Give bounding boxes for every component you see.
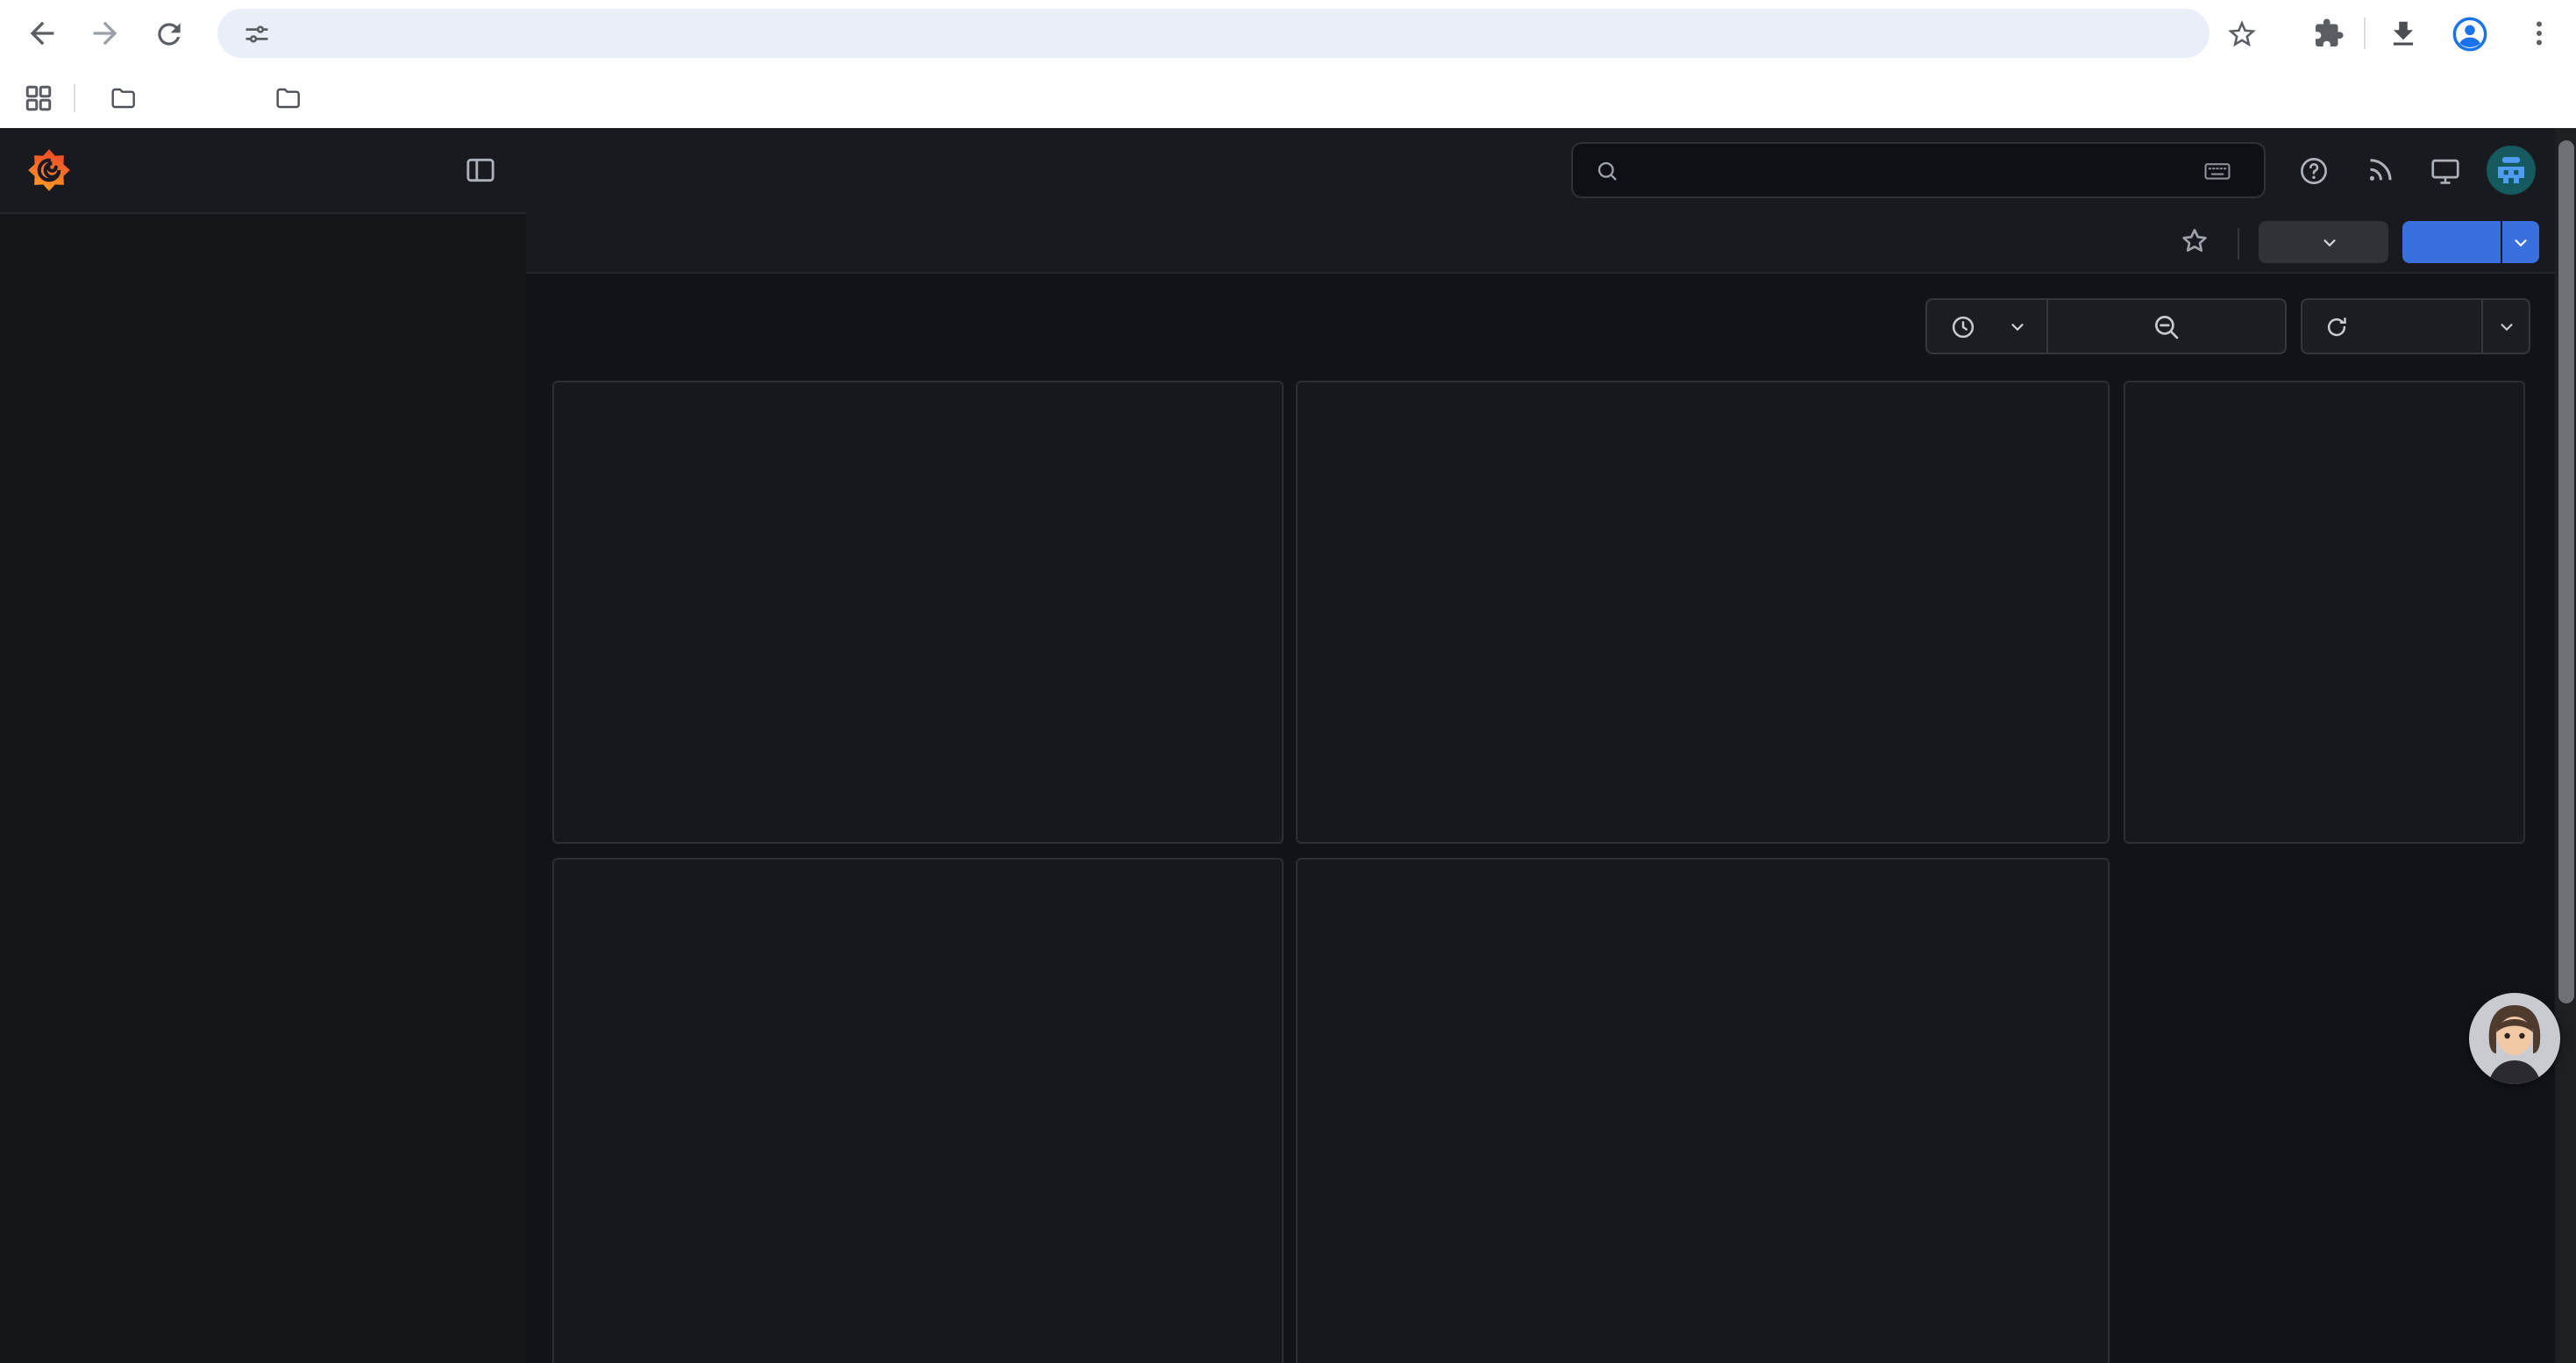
zoom-out-icon — [2152, 311, 2181, 341]
search-input[interactable] — [1571, 142, 2266, 198]
profile-avatar-icon — [2449, 13, 2489, 54]
subheader-divider — [2238, 228, 2239, 260]
panel-requests-under-100ms — [1296, 858, 2110, 1363]
dashboard-subheader — [526, 212, 2555, 274]
star-icon — [2224, 17, 2258, 50]
bookmarks-bar — [0, 67, 2576, 128]
panel-left-icon — [463, 153, 498, 188]
browser-reload-button[interactable] — [147, 12, 189, 54]
puzzle-icon — [2313, 18, 2345, 49]
download-icon — [2386, 17, 2419, 50]
screen — [0, 0, 2576, 1363]
bookmark-folder-blog[interactable] — [263, 75, 324, 121]
page-scrollbar[interactable] — [2555, 128, 2576, 1363]
sidebar — [0, 212, 526, 1363]
back-icon — [25, 16, 60, 51]
grafana-app — [0, 128, 2576, 1363]
share-button[interactable] — [2402, 221, 2501, 263]
keyboard-icon — [2202, 155, 2232, 185]
chevron-down-icon — [2496, 317, 2516, 336]
refresh-button[interactable] — [2301, 298, 2530, 354]
browser-toolbar — [0, 0, 2576, 67]
apps-shortcut-button[interactable] — [18, 77, 60, 119]
clock-icon — [1950, 313, 1976, 339]
browser-back-button[interactable] — [21, 12, 63, 54]
bookmark-page-button[interactable] — [2220, 12, 2262, 54]
folder-icon — [109, 84, 137, 112]
downloads-button[interactable] — [2381, 12, 2423, 54]
grafana-logo-icon — [26, 147, 72, 193]
site-info-icon[interactable] — [242, 18, 272, 48]
folder-icon — [274, 84, 302, 112]
news-button[interactable] — [2364, 154, 2395, 186]
rss-icon — [2364, 154, 2395, 186]
bookmark-folder-freeleaps[interactable] — [98, 75, 160, 121]
apps-grid-icon — [23, 82, 54, 114]
panel-total-requests-per-minute — [552, 381, 1284, 844]
chevron-down-icon — [2511, 232, 2530, 252]
refresh-icon — [2323, 313, 2350, 339]
reload-icon — [152, 17, 185, 50]
export-button[interactable] — [2259, 221, 2388, 263]
kiosk-mode-button[interactable] — [2429, 154, 2462, 188]
toolbar-divider — [2364, 18, 2366, 49]
browser-menu-button[interactable] — [2518, 12, 2560, 54]
avatar-image — [2487, 146, 2536, 195]
share-menu-button[interactable] — [2502, 221, 2539, 263]
refresh-interval-button[interactable] — [2483, 317, 2529, 336]
user-avatar[interactable] — [2487, 146, 2536, 195]
bookmarks-divider — [74, 84, 75, 112]
time-range-picker[interactable] — [1925, 298, 2287, 354]
star-dashboard-button[interactable] — [2178, 225, 2211, 258]
profile-button[interactable] — [2448, 12, 2490, 54]
browser-forward-button[interactable] — [84, 12, 126, 54]
search-icon — [1594, 157, 1620, 183]
panel-average-response-time — [552, 858, 1284, 1363]
address-bar[interactable] — [217, 9, 2210, 58]
extensions-button[interactable] — [2308, 12, 2350, 54]
sidebar-toggle-button[interactable] — [463, 153, 498, 188]
chevron-down-icon — [2320, 232, 2339, 252]
star-icon — [2178, 225, 2211, 258]
monitor-icon — [2429, 154, 2462, 188]
panel-errors-per-second — [2124, 381, 2525, 844]
help-button[interactable] — [2297, 154, 2330, 188]
help-icon — [2297, 154, 2330, 188]
kebab-menu-icon — [2523, 18, 2555, 49]
avatar-image — [2469, 993, 2560, 1084]
assistant-floating-avatar[interactable] — [2469, 993, 2560, 1084]
forward-icon — [88, 16, 123, 51]
zoom-out-button[interactable] — [2048, 311, 2285, 341]
grafana-top-nav — [0, 128, 2576, 212]
chevron-down-icon — [2008, 317, 2027, 336]
search-shortcut — [2202, 155, 2243, 185]
panel-request-per-minute — [1296, 381, 2110, 844]
scrollbar-thumb[interactable] — [2558, 140, 2573, 1003]
